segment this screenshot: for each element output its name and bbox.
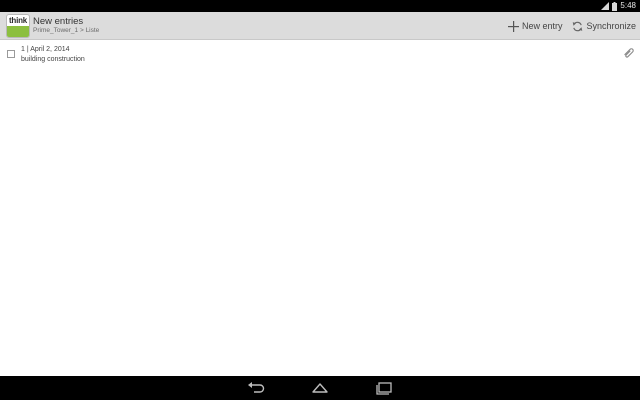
title-block: New entries Prime_Tower_1 > Liste [33,16,99,35]
app-logo[interactable]: think [6,14,30,38]
status-bar: 5:48 [0,0,640,12]
breadcrumb: Prime_Tower_1 > Liste [33,27,100,34]
list-item[interactable]: 1 | April 2, 2014 building construction [0,42,640,66]
navigation-bar [0,376,640,400]
page-title: New entries [33,16,84,27]
logo-band [7,26,29,37]
back-icon [248,382,265,393]
logo-text: think [8,16,28,25]
synchronize-label: Synchronize [586,21,636,31]
new-entry-label: New entry [521,21,563,31]
synchronize-button[interactable]: Synchronize [572,21,636,32]
sync-icon [573,21,583,31]
recents-button[interactable] [374,380,394,396]
plus-icon [507,20,519,32]
paperclip-icon[interactable] [622,46,636,60]
action-bar: think New entries Prime_Tower_1 > Liste … [0,12,640,40]
signal-icon [601,2,610,10]
home-icon [312,383,328,393]
entry-description: building construction [21,56,85,63]
new-entry-button[interactable]: New entry [507,20,563,32]
battery-icon [612,1,618,11]
action-buttons: New entry Synchronize [507,12,636,40]
recents-icon [376,382,392,395]
status-icons: 5:48 [601,0,636,12]
home-button[interactable] [310,380,330,396]
entry-number-date: 1 | April 2, 2014 [21,46,70,53]
entry-checkbox[interactable] [7,50,15,58]
back-button[interactable] [246,380,266,396]
status-time: 5:48 [620,1,636,10]
